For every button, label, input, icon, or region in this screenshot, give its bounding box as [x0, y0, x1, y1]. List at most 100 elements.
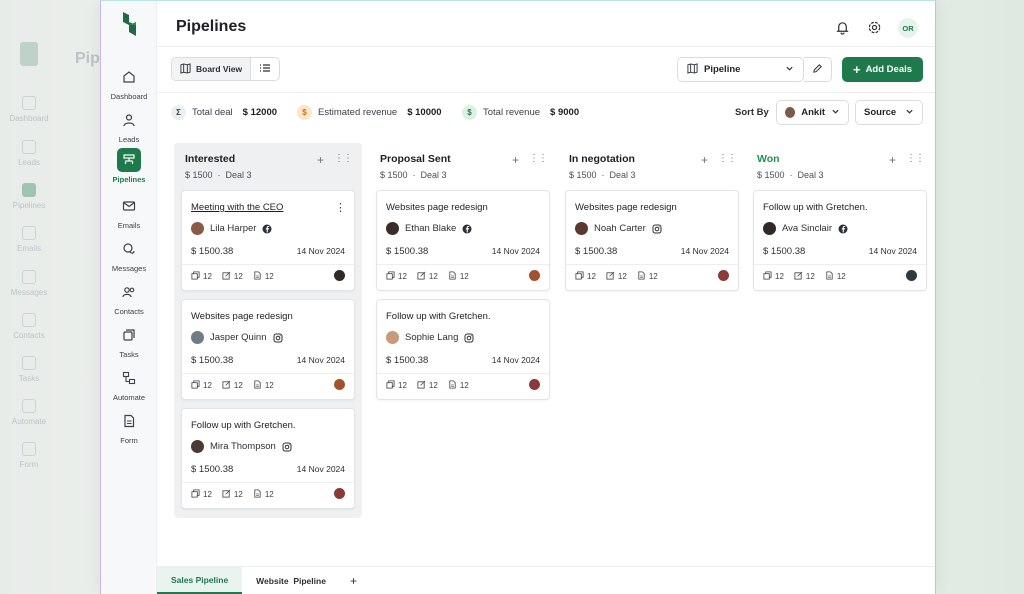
- deal-card[interactable]: Websites page redesign Jasper Quinn $ 1500…: [181, 299, 355, 400]
- automate-icon: [117, 366, 141, 390]
- list-view-button[interactable]: [251, 58, 279, 80]
- deal-date: 14 Nov 2024: [491, 355, 540, 365]
- sidebar-item-automate[interactable]: Automate: [101, 366, 157, 402]
- counter-value: 12: [264, 381, 274, 390]
- sidebar-item-dashboard[interactable]: Dashboard: [101, 65, 157, 101]
- coin-icon: $: [297, 105, 312, 120]
- deal-amount: $ 1500.38: [763, 246, 806, 257]
- toolbar: Board View Pipeline + Add Deals: [157, 47, 935, 93]
- page-title: Pipelines: [176, 18, 247, 35]
- sidebar-item-tasks[interactable]: Tasks: [101, 323, 157, 359]
- plus-icon[interactable]: +: [512, 153, 519, 167]
- drag-handle-icon[interactable]: ⋮⋮: [718, 153, 737, 167]
- sidebar-item-pipelines[interactable]: Pipelines: [101, 148, 157, 184]
- deal-card[interactable]: Follow up with Gretchen. Sophie Lang $ 150…: [376, 299, 550, 400]
- stat-total-deal: Σ Total deal $ 12000: [171, 105, 277, 120]
- plus-icon[interactable]: +: [889, 153, 896, 167]
- deal-card[interactable]: Meeting with the CEO ⋮ Lila Harper $ 1500.3…: [181, 190, 355, 291]
- deal-amount: $ 1500.38: [575, 246, 618, 257]
- sidebar-item-leads[interactable]: Leads: [101, 108, 157, 144]
- counter-value: 12: [203, 272, 212, 281]
- board-icon: [180, 62, 191, 76]
- form-icon: [117, 409, 141, 433]
- drag-handle-icon[interactable]: ⋮⋮: [334, 153, 353, 167]
- column-amount: $ 1500: [380, 170, 408, 180]
- deal-title: Websites page redesign: [575, 202, 677, 213]
- bell-icon[interactable]: [833, 18, 851, 36]
- card-counters: 12 12 12: [386, 380, 469, 391]
- avatar: [191, 222, 204, 235]
- files-counter: 12: [825, 271, 846, 282]
- avatar: [191, 331, 204, 344]
- owner-avatar[interactable]: [334, 379, 345, 390]
- drag-handle-icon[interactable]: ⋮⋮: [529, 153, 548, 167]
- chat-icon: [117, 237, 141, 261]
- tab-sales-pipeline[interactable]: Sales Pipeline: [157, 567, 243, 594]
- deal-title[interactable]: Meeting with the CEO: [191, 202, 283, 213]
- column-deal-count: Deal 3: [609, 170, 636, 180]
- column-deal-count: Deal 3: [420, 170, 447, 180]
- chevron-down-icon: [785, 64, 794, 76]
- sidebar-item-messages[interactable]: Messages: [101, 237, 157, 273]
- divider: [377, 373, 549, 374]
- ghost-nav-item: Contacts: [6, 313, 52, 340]
- copies-counter: 12: [386, 380, 407, 391]
- deal-card[interactable]: Websites page redesign Ethan Blake $ 1500.…: [376, 190, 550, 291]
- add-tab-button[interactable]: +: [340, 567, 367, 594]
- pipeline-select-value: Pipeline: [704, 64, 741, 75]
- stat-value: $ 10000: [407, 107, 442, 118]
- copies-counter: 12: [386, 271, 407, 282]
- deal-card[interactable]: Websites page redesign Noah Carter $ 1500.…: [565, 190, 739, 291]
- counter-value: 12: [428, 381, 438, 390]
- sort-source-select[interactable]: Source: [855, 100, 923, 125]
- instagram-icon[interactable]: [273, 333, 283, 343]
- pipeline-select[interactable]: Pipeline: [677, 57, 804, 82]
- owner-avatar[interactable]: [334, 488, 345, 499]
- instagram-icon[interactable]: [652, 224, 662, 234]
- column-meta: $ 1500 · Deal 3: [757, 170, 824, 180]
- header: Pipelines OR: [157, 1, 935, 47]
- more-vertical-icon[interactable]: ⋮: [335, 201, 346, 214]
- owner-avatar[interactable]: [529, 270, 540, 281]
- counter-value: 12: [264, 490, 274, 499]
- owner-avatar[interactable]: [718, 270, 729, 281]
- sort-owner-select[interactable]: Ankit: [776, 100, 849, 125]
- tab-website-pipeline[interactable]: Website Pipeline: [242, 567, 340, 594]
- edit-pipeline-button[interactable]: [804, 57, 832, 82]
- facebook-icon[interactable]: [838, 224, 848, 234]
- facebook-icon[interactable]: [462, 224, 472, 234]
- avatar[interactable]: OR: [898, 18, 918, 38]
- sidebar-item-contacts[interactable]: Contacts: [101, 280, 157, 316]
- deal-card[interactable]: Follow up with Gretchen. Ava Sinclair $ 15…: [753, 190, 927, 291]
- board-view-button[interactable]: Board View: [172, 58, 252, 80]
- column-actions: + ⋮⋮: [317, 153, 353, 167]
- sidebar-item-emails[interactable]: Emails: [101, 194, 157, 230]
- facebook-icon[interactable]: [262, 224, 272, 234]
- ghost-nav-item: Form: [6, 442, 52, 469]
- instagram-icon[interactable]: [464, 333, 474, 343]
- deal-title: Follow up with Gretchen.: [386, 311, 491, 322]
- files-counter: 12: [253, 489, 274, 500]
- instagram-icon[interactable]: [282, 442, 292, 452]
- deal-contact: Jasper Quinn: [191, 331, 283, 344]
- owner-avatar[interactable]: [906, 270, 917, 281]
- plus-icon[interactable]: +: [701, 153, 708, 167]
- deal-title: Follow up with Gretchen.: [763, 202, 868, 213]
- contact-name: Jasper Quinn: [210, 332, 267, 343]
- counter-value: 12: [428, 272, 438, 281]
- sidebar-item-form[interactable]: Form: [101, 409, 157, 445]
- owner-avatar[interactable]: [334, 270, 345, 281]
- mail-icon: [117, 194, 141, 218]
- drag-handle-icon[interactable]: ⋮⋮: [906, 153, 925, 167]
- owner-avatar[interactable]: [529, 379, 540, 390]
- column-amount: $ 1500: [757, 170, 785, 180]
- column-header: Interested $ 1500 · Deal 3 + ⋮⋮: [174, 143, 362, 189]
- contact-name: Lila Harper: [210, 223, 257, 234]
- deal-card[interactable]: Follow up with Gretchen. Mira Thompson $ 1…: [181, 408, 355, 509]
- board-view-label: Board View: [196, 64, 243, 74]
- add-deals-button[interactable]: + Add Deals: [842, 57, 923, 82]
- contact-name: Ava Sinclair: [782, 223, 832, 234]
- gear-icon[interactable]: [865, 18, 883, 36]
- plus-icon[interactable]: +: [317, 153, 324, 167]
- kanban-board: Interested $ 1500 · Deal 3 + ⋮⋮ Meeting with…: [157, 133, 935, 567]
